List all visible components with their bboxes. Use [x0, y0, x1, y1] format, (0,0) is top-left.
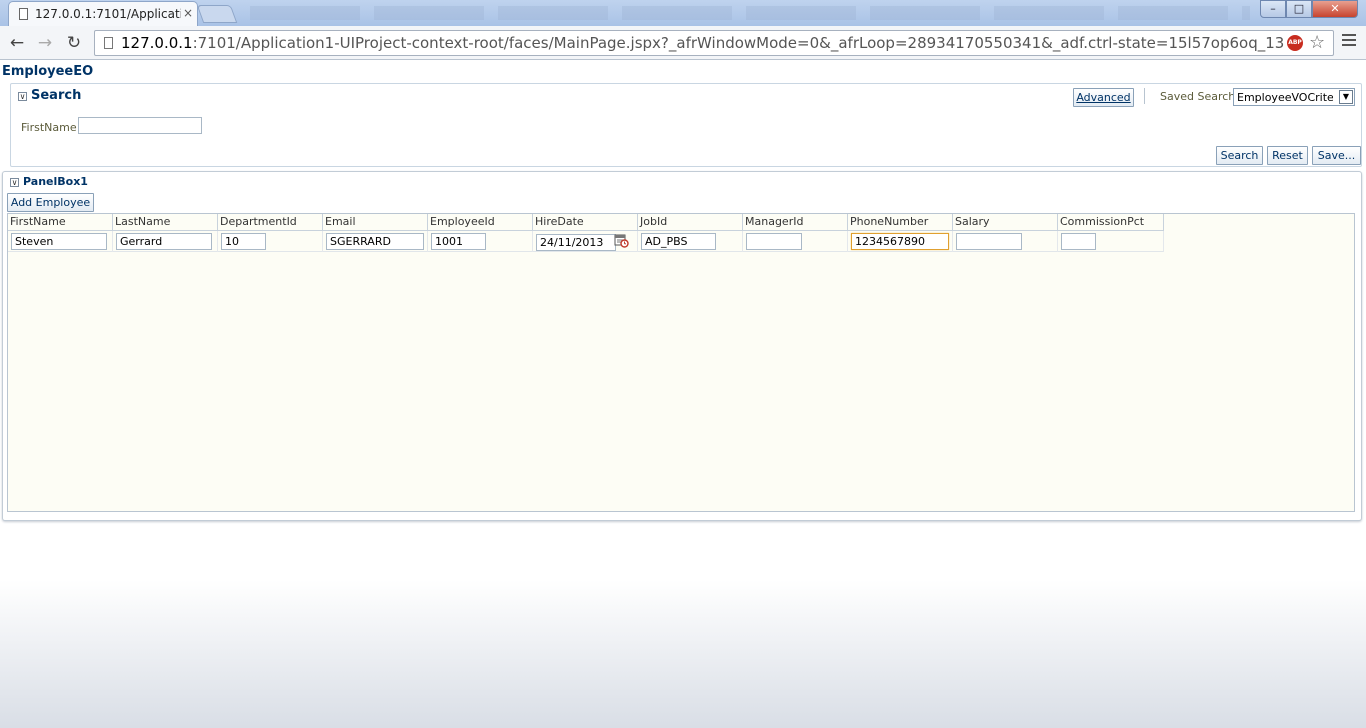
phonenumber-field[interactable]: 1234567890	[851, 233, 949, 250]
column-header-departmentid[interactable]: DepartmentId	[218, 214, 323, 231]
minimize-button[interactable]: –	[1260, 0, 1286, 18]
browser-tab[interactable]: 127.0.0.1:7101/Application ×	[8, 1, 198, 26]
url-host: 127.0.0.1	[121, 34, 193, 52]
email-field[interactable]: SGERRARD	[326, 233, 424, 250]
reset-button[interactable]: Reset	[1267, 146, 1308, 165]
search-title: Search	[31, 88, 82, 103]
background-tabs	[250, 6, 1250, 20]
forward-arrow-icon[interactable]: →	[34, 32, 56, 54]
close-tab-icon[interactable]: ×	[183, 6, 193, 20]
back-arrow-icon[interactable]: ←	[6, 32, 28, 54]
page-icon	[104, 37, 113, 49]
column-header-email[interactable]: Email	[323, 214, 428, 231]
column-header-hiredate[interactable]: HireDate	[533, 214, 638, 231]
page-icon	[19, 8, 28, 20]
column-header-phonenumber[interactable]: PhoneNumber	[848, 214, 953, 231]
panel-disclose-icon[interactable]: ∨	[10, 178, 19, 187]
table-cell: 10	[218, 231, 323, 252]
add-employee-button[interactable]: Add Employee	[7, 193, 94, 212]
column-header-managerid[interactable]: ManagerId	[743, 214, 848, 231]
column-header-salary[interactable]: Salary	[953, 214, 1058, 231]
table-cell	[1058, 231, 1164, 252]
reload-icon[interactable]: ↻	[63, 32, 85, 54]
column-header-employeeid[interactable]: EmployeeId	[428, 214, 533, 231]
table-cell: 24/11/2013	[533, 231, 638, 252]
close-window-button[interactable]: ✕	[1312, 0, 1358, 18]
page-content: EmployeeEO ∨ Search Advanced Saved Searc…	[0, 60, 1366, 728]
toolbar-separator	[1144, 88, 1145, 104]
table-cell	[743, 231, 848, 252]
page-title: EmployeeEO	[2, 64, 94, 79]
table-cell: 1001	[428, 231, 533, 252]
table-cell: 1234567890	[848, 231, 953, 252]
search-button[interactable]: Search	[1216, 146, 1263, 165]
tab-title: 127.0.0.1:7101/Application	[35, 7, 181, 21]
managerid-field[interactable]	[746, 233, 802, 250]
column-header-lastname[interactable]: LastName	[113, 214, 218, 231]
column-header-firstname[interactable]: FirstName	[8, 214, 113, 231]
address-bar[interactable]: 127.0.0.1:7101/Application1-UIProject-co…	[94, 30, 1334, 56]
menu-icon[interactable]	[1342, 34, 1356, 50]
commissionpct-field[interactable]	[1061, 233, 1096, 250]
employee-table: FirstName LastName DepartmentId Email Em…	[7, 213, 1355, 512]
jobid-field[interactable]: AD_PBS	[641, 233, 716, 250]
firstname-field[interactable]: Steven	[11, 233, 107, 250]
chevron-down-icon[interactable]: ▼	[1339, 90, 1353, 104]
salary-field[interactable]	[956, 233, 1022, 250]
save-search-button[interactable]: Save...	[1312, 146, 1361, 165]
search-disclose-icon[interactable]: ∨	[18, 92, 27, 101]
firstname-label: FirstName	[21, 121, 77, 134]
panel-title: PanelBox1	[23, 175, 88, 188]
browser-tab-strip: 127.0.0.1:7101/Application × – □ ✕	[0, 0, 1366, 26]
browser-toolbar: ← → ↻ 127.0.0.1:7101/Application1-UIProj…	[0, 26, 1366, 60]
url-path: :7101/Application1-UIProject-context-roo…	[192, 34, 1285, 52]
table-cell: Gerrard	[113, 231, 218, 252]
employeeid-field[interactable]: 1001	[431, 233, 486, 250]
departmentid-field[interactable]: 10	[221, 233, 266, 250]
search-panel: ∨ Search Advanced Saved Search EmployeeV…	[10, 83, 1362, 167]
firstname-search-input[interactable]	[78, 117, 202, 134]
saved-search-label: Saved Search	[1160, 90, 1236, 103]
panel-box: ∨ PanelBox1 Add Employee FirstName LastN…	[2, 171, 1362, 521]
table-cell: SGERRARD	[323, 231, 428, 252]
saved-search-select[interactable]: EmployeeVOCriteria ▼	[1233, 88, 1355, 106]
table-cell: AD_PBS	[638, 231, 743, 252]
new-tab-button[interactable]	[196, 5, 238, 23]
column-header-jobid[interactable]: JobId	[638, 214, 743, 231]
maximize-button[interactable]: □	[1286, 0, 1312, 18]
hiredate-field[interactable]: 24/11/2013	[536, 234, 616, 251]
bookmark-star-icon[interactable]: ☆	[1309, 32, 1325, 53]
adblock-icon[interactable]: ABP	[1287, 35, 1303, 51]
calendar-icon[interactable]	[614, 233, 629, 248]
column-header-commissionpct[interactable]: CommissionPct	[1058, 214, 1164, 231]
table-cell	[953, 231, 1058, 252]
saved-search-value: EmployeeVOCriteria	[1237, 91, 1333, 104]
lastname-field[interactable]: Gerrard	[116, 233, 212, 250]
table-cell: Steven	[8, 231, 113, 252]
table-row: Steven Gerrard 10 SGERRARD 1001 24/11/20…	[8, 231, 1164, 252]
advanced-button[interactable]: Advanced	[1073, 88, 1134, 107]
url-text: 127.0.0.1:7101/Application1-UIProject-co…	[121, 34, 1284, 52]
